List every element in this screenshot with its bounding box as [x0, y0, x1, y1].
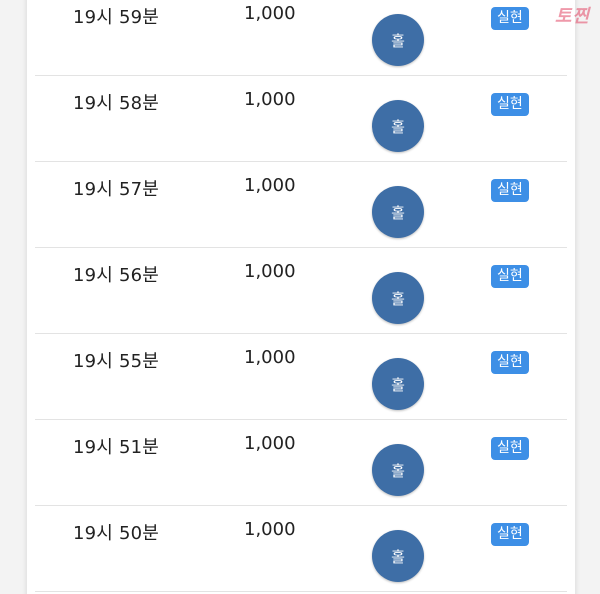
row-amount: 1,000 — [244, 261, 296, 282]
status-badge: 실현 — [491, 523, 529, 546]
list-item[interactable]: 19시 58분 1,000 홀 실현 — [27, 76, 575, 162]
pick-odd-circle: 홀 — [372, 530, 424, 582]
pick-odd-circle: 홀 — [372, 186, 424, 238]
row-time: 19시 59분 — [73, 7, 160, 28]
row-amount: 1,000 — [244, 3, 296, 24]
list-item[interactable]: 19시 57분 1,000 홀 실현 — [27, 162, 575, 248]
list-item[interactable]: 19시 55분 1,000 홀 실현 — [27, 334, 575, 420]
list-item[interactable]: 19시 56분 1,000 홀 실현 — [27, 248, 575, 334]
row-time: 19시 57분 — [73, 179, 160, 200]
pick-odd-circle: 홀 — [372, 100, 424, 152]
pick-odd-circle: 홀 — [372, 358, 424, 410]
row-divider — [35, 591, 567, 592]
row-amount: 1,000 — [244, 433, 296, 454]
row-amount: 1,000 — [244, 519, 296, 540]
row-amount: 1,000 — [244, 175, 296, 196]
row-time: 19시 50분 — [73, 523, 160, 544]
row-amount: 1,000 — [244, 89, 296, 110]
row-time: 19시 56분 — [73, 265, 160, 286]
row-time: 19시 55분 — [73, 351, 160, 372]
bet-history-list: 19시 59분 1,000 홀 실현 19시 58분 1,000 홀 실현 19… — [26, 0, 576, 594]
status-badge: 실현 — [491, 437, 529, 460]
status-badge: 실현 — [491, 265, 529, 288]
pick-odd-circle: 홀 — [372, 444, 424, 496]
status-badge: 실현 — [491, 179, 529, 202]
status-badge: 실현 — [491, 93, 529, 116]
list-item[interactable]: 19시 59분 1,000 홀 실현 — [27, 0, 575, 76]
row-amount: 1,000 — [244, 347, 296, 368]
list-item[interactable]: 19시 51분 1,000 홀 실현 — [27, 420, 575, 506]
status-badge: 실현 — [491, 351, 529, 374]
list-item[interactable]: 19시 50분 1,000 홀 실현 — [27, 506, 575, 592]
page: 19시 59분 1,000 홀 실현 19시 58분 1,000 홀 실현 19… — [0, 0, 600, 594]
pick-odd-circle: 홀 — [372, 272, 424, 324]
status-badge: 실현 — [491, 7, 529, 30]
pick-odd-circle: 홀 — [372, 14, 424, 66]
row-time: 19시 58분 — [73, 93, 160, 114]
row-time: 19시 51분 — [73, 437, 160, 458]
